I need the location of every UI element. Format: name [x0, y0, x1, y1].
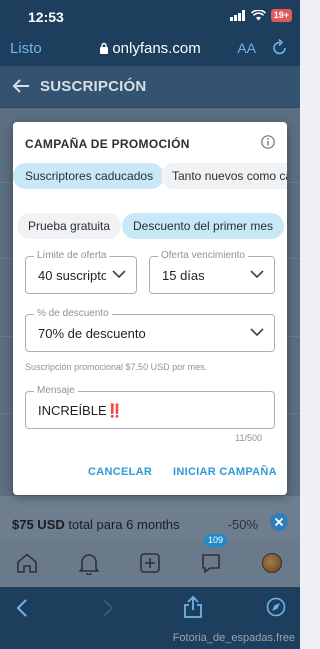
lock-icon	[100, 42, 109, 54]
offer-limit-value: 40 suscriptores	[38, 268, 106, 283]
discount-select[interactable]: % de descuento 70% de descuento	[25, 308, 275, 352]
text-size-button[interactable]: AA	[237, 40, 256, 56]
url-bar: Listo onlyfans.com AA	[0, 32, 300, 66]
share-icon[interactable]	[183, 595, 203, 619]
discount-value: 70% de descuento	[38, 326, 146, 341]
tab-expired-subscribers[interactable]: Suscriptores caducados	[13, 163, 165, 189]
add-post-icon[interactable]	[140, 553, 160, 573]
promotion-campaign-dialog: CAMPAÑA DE PROMOCIÓN Suscriptores caduca…	[13, 122, 287, 495]
notifications-icon[interactable]	[79, 553, 99, 575]
signal-icon	[229, 10, 245, 21]
home-icon[interactable]	[16, 553, 38, 573]
chevron-down-icon	[250, 328, 264, 337]
battery-indicator: 19+	[270, 9, 292, 22]
status-bar: 12:53 19+	[0, 0, 300, 32]
bundle-price: $75 USD	[12, 517, 65, 532]
dialog-title: CAMPAÑA DE PROMOCIÓN	[25, 137, 190, 151]
offer-expiry-select[interactable]: Oferta vencimiento 15 días	[149, 250, 275, 294]
profile-avatar[interactable]	[262, 553, 282, 573]
offer-limit-label: Límite de oferta	[34, 250, 110, 261]
tab-first-month-discount[interactable]: Descuento del primer mes	[122, 213, 285, 239]
reload-icon[interactable]	[272, 38, 288, 56]
page-title: SUSCRIPCIÓN	[40, 78, 147, 95]
tab-free-trial[interactable]: Prueba gratuita	[17, 213, 122, 239]
discount-label: % de descuento	[34, 308, 112, 319]
remove-bundle-icon[interactable]	[270, 513, 288, 531]
message-label: Mensaje	[34, 385, 78, 396]
character-counter: 11/500	[235, 433, 262, 443]
offer-expiry-label: Oferta vencimiento	[158, 250, 248, 261]
bundle-discount: -50%	[227, 517, 258, 532]
status-icons: 19+	[229, 9, 292, 22]
url-text: onlyfans.com	[112, 40, 201, 57]
cancel-button[interactable]: CANCELAR	[88, 466, 152, 478]
page-header: SUSCRIPCIÓN	[0, 66, 300, 108]
message-value: INCREÍBLE‼️	[38, 403, 123, 418]
back-arrow-icon[interactable]	[12, 78, 30, 94]
browser-back-icon[interactable]	[16, 599, 28, 617]
messages-icon[interactable]	[201, 553, 221, 573]
wifi-icon	[250, 10, 266, 21]
tab-new-and-expired[interactable]: Tanto nuevos como caducados	[161, 163, 287, 189]
info-icon[interactable]	[261, 135, 275, 149]
browser-forward-icon[interactable]	[102, 599, 114, 617]
offer-limit-select[interactable]: Límite de oferta 40 suscriptores	[25, 250, 137, 294]
message-input[interactable]: Mensaje INCREÍBLE‼️	[25, 385, 275, 429]
bundle-description: total para 6 months	[64, 517, 180, 532]
start-campaign-button[interactable]: INICIAR CAMPAÑA	[173, 466, 277, 478]
watermark: Fotoria_de_espadas.free	[172, 632, 295, 644]
chevron-down-icon	[250, 270, 264, 279]
helper-text: Suscripción promocional $7.50 USD por me…	[25, 362, 208, 372]
chevron-down-icon	[112, 270, 126, 279]
compass-icon[interactable]	[266, 597, 286, 617]
browser-toolbar: Fotoria_de_espadas.free	[0, 587, 300, 649]
status-time: 12:53	[28, 9, 64, 25]
messages-badge: 109	[204, 534, 228, 547]
offer-expiry-value: 15 días	[162, 268, 205, 283]
app-tab-bar: 109	[0, 534, 300, 587]
bundle-row-text: $75 USD total para 6 months	[12, 517, 180, 532]
